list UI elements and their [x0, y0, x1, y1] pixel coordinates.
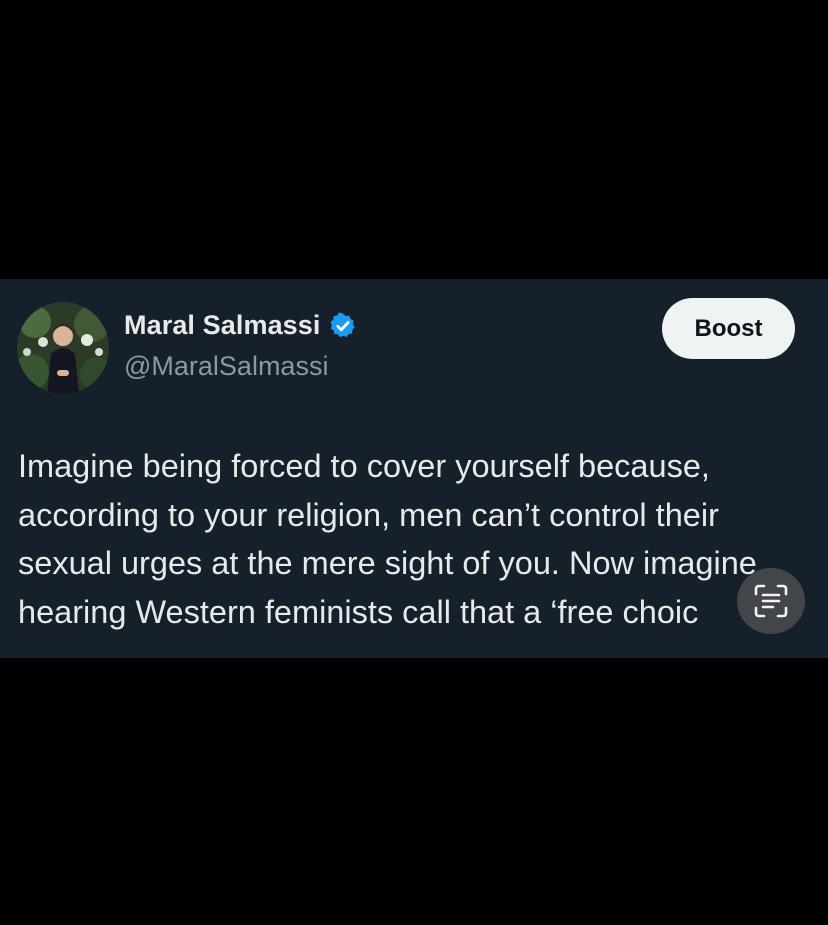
author-name[interactable]: Maral Salmassi — [124, 310, 357, 341]
text-scan-icon — [754, 584, 788, 618]
avatar-image — [17, 302, 109, 394]
verified-badge-icon — [330, 311, 355, 337]
post-text-line: hearing Western feminists call that a ‘f… — [18, 593, 699, 630]
author-handle[interactable]: @MaralSalmassi — [124, 351, 328, 382]
post-text-line: sexual urges at the mere sight of you. N… — [18, 545, 757, 581]
post-text-line: according to your religion, men can’t co… — [18, 496, 719, 533]
avatar[interactable] — [17, 302, 109, 394]
post-text-line: Imagine being forced to cover yourself b… — [18, 448, 710, 484]
boost-button[interactable]: Boost — [662, 298, 795, 359]
text-scan-button[interactable] — [737, 568, 805, 634]
post-text: Imagine being forced to cover yourself b… — [18, 442, 818, 636]
screen: Maral Salmassi @MaralSalmassi Boost Imag… — [0, 0, 828, 925]
author-name-text: Maral Salmassi — [124, 310, 321, 340]
